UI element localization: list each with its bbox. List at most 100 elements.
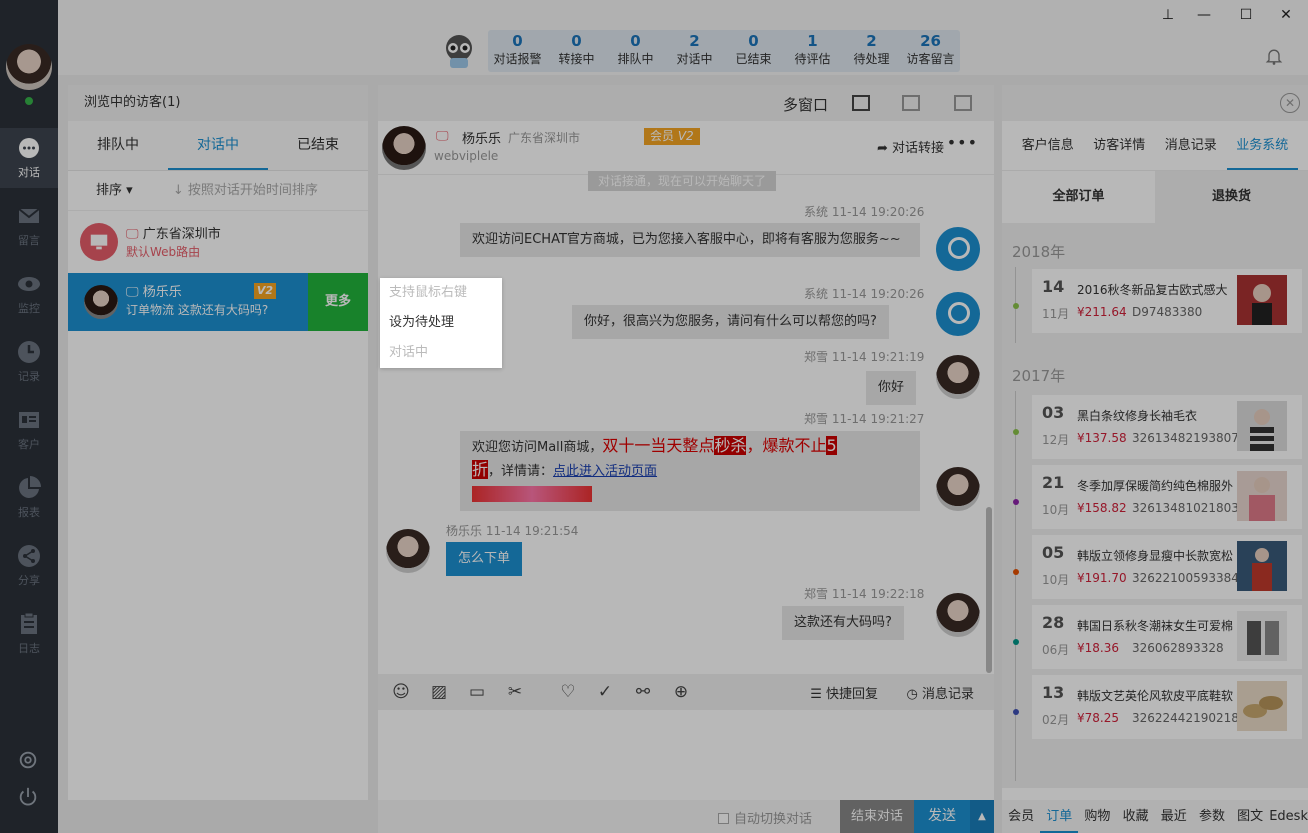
send-options-caret-icon[interactable]: ▲ [970, 800, 994, 833]
message-history-button[interactable]: ◷ 消息记录 [907, 683, 975, 702]
globe-icon[interactable]: ⊕ [671, 682, 691, 702]
nav-item-records[interactable]: 记录 [0, 332, 58, 392]
auto-switch-checkbox[interactable]: 自动切换对话 [718, 808, 812, 827]
order-list: 2018年 2017年 14 11月 2016秋冬新品复古欧式感大 ¥211.6… [1002, 223, 1308, 788]
sort-bar: 排序 ▾ ↓ 按照对话开始时间排序 [68, 171, 368, 211]
visitor-row-selected[interactable]: 🖵 杨乐乐 V2 订单物流 这款还有大码吗? 更多 [68, 273, 368, 331]
clock-icon [17, 340, 41, 364]
chat-scrollbar[interactable] [986, 507, 992, 673]
stat-chatting[interactable]: 2 对话中 [665, 30, 724, 72]
visitor-avatar [84, 285, 118, 319]
cascade-window-icon[interactable] [902, 95, 920, 111]
menu-item-set-pending[interactable]: 设为待处理 [380, 308, 502, 338]
stat-ended[interactable]: 0 已结束 [724, 30, 783, 72]
settings-icon[interactable] [15, 749, 41, 775]
nav-item-log[interactable]: 日志 [0, 604, 58, 664]
tab-visitor-details[interactable]: 访客详情 [1084, 121, 1156, 170]
quick-reply-button[interactable]: ☰ 快捷回复 [810, 683, 878, 702]
tab-member[interactable]: 会员 [1002, 800, 1040, 833]
single-window-icon[interactable] [852, 95, 870, 111]
tab-chatting[interactable]: 对话中 [168, 121, 268, 170]
send-button[interactable]: 发送 [914, 800, 970, 833]
stat-pending-eval[interactable]: 1 待评估 [783, 30, 842, 72]
tab-queuing[interactable]: 排队中 [68, 121, 168, 170]
order-name: 韩版文艺英伦风软皮平底鞋软 [1077, 689, 1234, 703]
product-thumbnail [1237, 611, 1287, 661]
minimize-button[interactable]: — [1194, 5, 1214, 25]
robot-icon[interactable] [440, 32, 478, 70]
tab-favorites[interactable]: 收藏 [1117, 800, 1155, 833]
tab-ended[interactable]: 已结束 [268, 121, 368, 170]
order-item[interactable]: 28 06月 韩国日系秋冬潮袜女生可爱棉 ¥18.36 326062893328 [1032, 605, 1302, 669]
stat-number: 0 [748, 32, 759, 50]
order-price: ¥137.58 [1077, 431, 1127, 445]
nav-item-customers[interactable]: 客户 [0, 400, 58, 460]
stat-visitor-messages[interactable]: 26 访客留言 [901, 30, 960, 72]
nav-item-message[interactable]: 留言 [0, 196, 58, 256]
order-item[interactable]: 21 10月 冬季加厚保暖简约纯色棉服外 ¥158.82 32613481021… [1032, 465, 1302, 529]
image-icon[interactable]: ▨ [429, 682, 449, 702]
user-id: webviplele [434, 149, 499, 163]
tile-window-icon[interactable] [954, 95, 972, 111]
tab-customer-info[interactable]: 客户信息 [1012, 121, 1084, 170]
visitor-name-text: 广东省深圳市 [142, 227, 221, 242]
close-button[interactable]: ✕ [1276, 5, 1296, 25]
link-icon[interactable]: ⚯ [633, 682, 653, 702]
transfer-button[interactable]: ➦ 对话转接 [877, 137, 944, 156]
promo-highlight-text: 秒杀 [714, 436, 747, 455]
tab-message-records[interactable]: 消息记录 [1155, 121, 1227, 170]
timeline-dot [1013, 639, 1019, 645]
end-chat-button[interactable]: 结束对话 [840, 800, 914, 833]
stat-alarm[interactable]: 0 对话报警 [488, 30, 547, 72]
nav-item-chat[interactable]: 对话 [0, 128, 58, 188]
agent-avatar[interactable] [6, 44, 52, 90]
evaluate-icon[interactable]: ✓ [595, 682, 615, 702]
tab-shopping[interactable]: 购物 [1078, 800, 1116, 833]
stat-pending[interactable]: 2 待处理 [842, 30, 901, 72]
order-item[interactable]: 03 12月 黑白条纹修身长袖毛衣 ¥137.58 32613482193807 [1032, 395, 1302, 459]
tab-business-system[interactable]: 业务系统 [1226, 121, 1298, 170]
promo-link[interactable]: 点此进入活动页面 [553, 464, 657, 479]
emoji-icon[interactable]: ☺ [391, 682, 411, 702]
nav-item-reports[interactable]: 报表 [0, 468, 58, 528]
order-name: 韩国日系秋冬潮袜女生可爱棉 [1077, 619, 1234, 633]
scissors-icon[interactable]: ✂ [505, 682, 525, 702]
order-item[interactable]: 05 10月 韩版立领修身显瘦中长款宽松 ¥191.70 32622100593… [1032, 535, 1302, 599]
tab-rich-text[interactable]: 图文 [1231, 800, 1269, 833]
order-price: ¥211.64 [1077, 305, 1127, 319]
pc-icon: 🖵 [436, 129, 449, 144]
nav-item-share[interactable]: 分享 [0, 536, 58, 596]
stat-queuing[interactable]: 0 排队中 [606, 30, 665, 72]
bell-icon[interactable] [1264, 46, 1284, 66]
heart-icon[interactable]: ♡ [558, 682, 578, 702]
right-panel: ✕ 客户信息 访客详情 消息记录 业务系统 全部订单 退换货 2018年 201… [1002, 85, 1308, 833]
nav-item-monitor[interactable]: 监控 [0, 264, 58, 324]
folder-icon[interactable]: ▭ [467, 682, 487, 702]
tab-returns[interactable]: 退换货 [1155, 171, 1308, 223]
order-name: 韩版立领修身显瘦中长款宽松 [1077, 549, 1234, 563]
stat-transferring[interactable]: 0 转接中 [547, 30, 606, 72]
close-panel-icon[interactable]: ✕ [1280, 93, 1300, 113]
order-item[interactable]: 14 11月 2016秋冬新品复古欧式感大 ¥211.64 D97483380 [1032, 269, 1302, 333]
power-icon[interactable] [15, 786, 41, 812]
stat-label: 待处理 [853, 52, 890, 66]
promo-banner-image[interactable] [472, 485, 592, 502]
more-button[interactable]: 更多 [308, 273, 368, 331]
tab-params[interactable]: 参数 [1193, 800, 1231, 833]
maximize-button[interactable]: ☐ [1236, 5, 1256, 25]
visitor-avatar [386, 529, 430, 573]
pin-icon[interactable]: ⊥ [1158, 5, 1178, 25]
tab-orders[interactable]: 订单 [1040, 800, 1079, 833]
more-options-icon[interactable]: ••• [947, 133, 978, 152]
mail-icon [17, 204, 41, 228]
timeline-dot [1013, 429, 1019, 435]
tab-recent[interactable]: 最近 [1155, 800, 1193, 833]
tab-all-orders[interactable]: 全部订单 [1002, 171, 1155, 223]
visitor-row[interactable]: 🖵 广东省深圳市 默认Web路由 [68, 215, 368, 273]
message-input[interactable] [378, 710, 994, 800]
order-name: 2016秋冬新品复古欧式感大 [1077, 283, 1228, 297]
sort-dropdown[interactable]: 排序 ▾ [96, 183, 133, 198]
tab-edesk[interactable]: Edesk [1269, 800, 1308, 833]
order-item[interactable]: 13 02月 韩版文艺英伦风软皮平底鞋软 ¥78.25 326224421902… [1032, 675, 1302, 739]
right-tabs: 客户信息 访客详情 消息记录 业务系统 [1002, 121, 1308, 171]
